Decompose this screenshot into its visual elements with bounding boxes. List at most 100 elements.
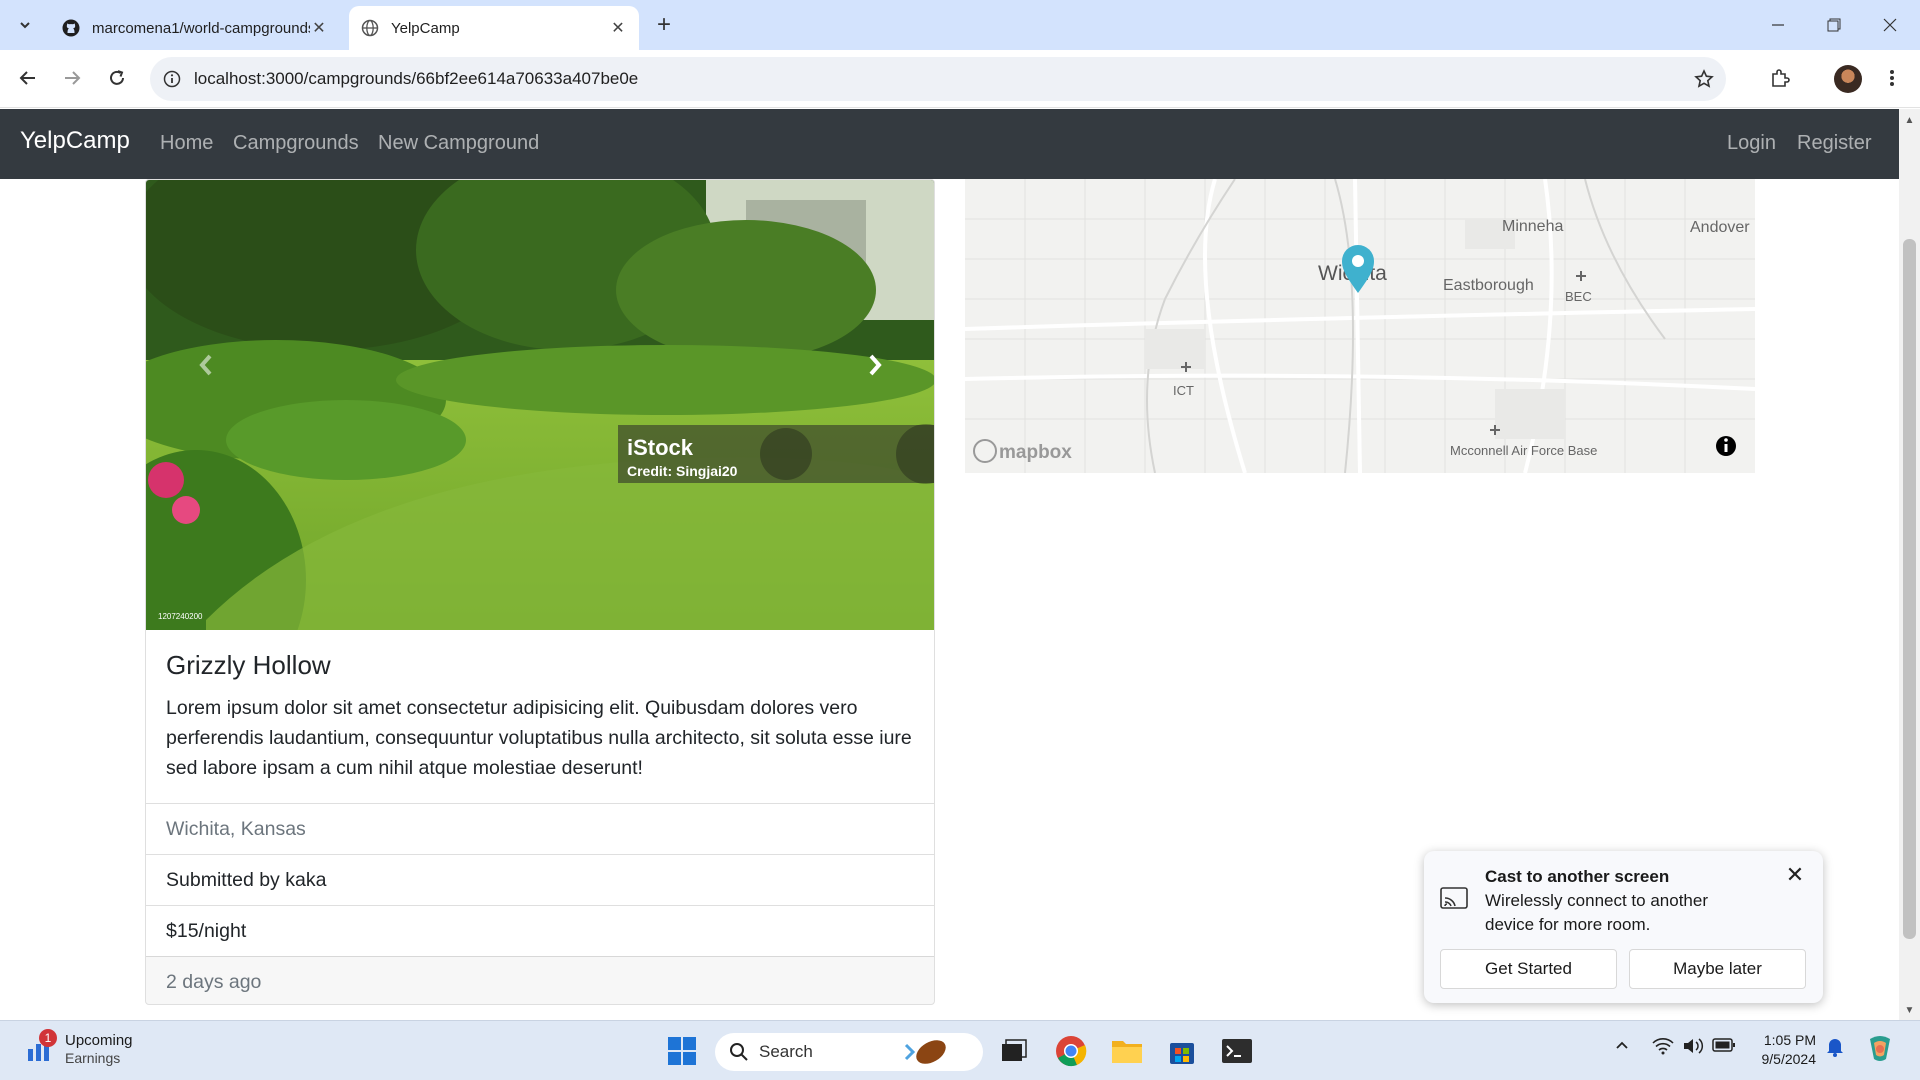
tab-yelpcamp[interactable]: YelpCamp ✕ xyxy=(349,6,639,50)
close-icon[interactable]: ✕ xyxy=(310,19,328,37)
map-canvas[interactable]: Minneha Andover Wichita Eastborough BEC … xyxy=(965,179,1755,473)
github-icon xyxy=(62,19,80,37)
chrome-icon xyxy=(1056,1036,1087,1067)
notifications-bell-icon[interactable] xyxy=(1826,1037,1844,1061)
globe-icon xyxy=(361,19,379,37)
cast-description: Wirelessly connect to another device for… xyxy=(1485,891,1708,934)
football-icon xyxy=(904,1040,946,1064)
extensions-button[interactable] xyxy=(1764,62,1796,94)
campground-posted: 2 days ago xyxy=(146,956,934,1004)
close-icon[interactable]: ✕ xyxy=(609,19,627,37)
campground-price: $15/night xyxy=(146,905,934,956)
campground-description: Lorem ipsum dolor sit amet consectetur a… xyxy=(166,697,912,779)
clock-date: 9/5/2024 xyxy=(1761,1051,1817,1067)
show-hidden-icons[interactable] xyxy=(1614,1037,1630,1057)
card-body: Grizzly Hollow Lorem ipsum dolor sit ame… xyxy=(146,630,934,803)
tab-strip: marcomena1/world-campgrounds ✕ YelpCamp … xyxy=(0,0,1920,50)
cast-title: Cast to another screen xyxy=(1485,867,1670,886)
map-label-mcconnell: Mcconnell Air Force Base xyxy=(1450,443,1597,458)
site-info-icon[interactable] xyxy=(150,70,194,88)
tab-title: marcomena1/world-campgrounds xyxy=(92,19,310,37)
file-explorer-button[interactable] xyxy=(1109,1033,1145,1069)
browser-toolbar: localhost:3000/campgrounds/66bf2ee614a70… xyxy=(0,50,1920,108)
back-arrow-icon xyxy=(19,71,35,85)
volume-icon[interactable] xyxy=(1682,1037,1704,1059)
minimize-button[interactable] xyxy=(1750,0,1806,50)
mapbox-logo[interactable]: mapbox xyxy=(973,439,1072,463)
nav-register[interactable]: Register xyxy=(1797,132,1871,155)
taskbar-search[interactable]: Search xyxy=(715,1033,983,1071)
scrollbar-thumb[interactable] xyxy=(1903,239,1916,939)
close-icon[interactable]: ✕ xyxy=(1783,863,1807,887)
restore-button[interactable] xyxy=(1806,0,1862,50)
more-vert-icon xyxy=(1890,70,1894,86)
info-icon[interactable] xyxy=(1716,436,1736,456)
watermark-brand: iStock xyxy=(627,435,694,460)
chevron-up-icon xyxy=(1616,1041,1628,1049)
campground-card: iStock Credit: Singjai20 1207240200 Griz… xyxy=(145,179,935,1005)
map-label-ict: ICT xyxy=(1173,383,1194,398)
widget-subtitle: Earnings xyxy=(65,1050,121,1066)
nav-login[interactable]: Login xyxy=(1727,132,1776,155)
profile-avatar[interactable] xyxy=(1834,65,1862,93)
clock-time: 1:05 PM xyxy=(1763,1032,1816,1048)
restore-icon xyxy=(1827,18,1841,32)
tab-search-button[interactable] xyxy=(11,11,39,39)
image-carousel: iStock Credit: Singjai20 1207240200 xyxy=(146,180,934,630)
campground-location: Wichita, Kansas xyxy=(146,803,934,854)
map-label-eastborough: Eastborough xyxy=(1443,277,1534,294)
site-navbar: YelpCamp Home Campgrounds New Campground… xyxy=(0,109,1899,179)
menu-button[interactable] xyxy=(1876,62,1908,94)
brand-link[interactable]: YelpCamp xyxy=(20,127,130,155)
store-icon xyxy=(1170,1043,1194,1064)
map-marker-icon[interactable] xyxy=(1342,245,1374,293)
bookmark-star-icon[interactable] xyxy=(1682,69,1726,89)
forward-button[interactable] xyxy=(56,62,88,94)
get-started-button[interactable]: Get Started xyxy=(1440,949,1617,989)
copilot-icon[interactable] xyxy=(1864,1033,1896,1069)
terminal-button[interactable] xyxy=(1219,1033,1255,1069)
nav-home[interactable]: Home xyxy=(160,132,213,155)
store-button[interactable] xyxy=(1164,1033,1200,1069)
address-bar[interactable]: localhost:3000/campgrounds/66bf2ee614a70… xyxy=(150,57,1726,101)
campground-author: Submitted by kaka xyxy=(146,854,934,905)
close-icon xyxy=(1883,18,1897,32)
widget-title: Upcoming xyxy=(65,1032,133,1049)
campground-photo: iStock Credit: Singjai20 1207240200 xyxy=(146,180,934,630)
reload-icon xyxy=(110,70,124,85)
task-view-icon xyxy=(1002,1039,1027,1061)
scroll-up-icon[interactable]: ▲ xyxy=(1904,115,1915,126)
puzzle-icon xyxy=(1772,69,1790,87)
stocks-icon: 1 xyxy=(25,1028,57,1063)
mapbox-attribution: mapbox xyxy=(999,442,1072,463)
watermark-id: 1207240200 xyxy=(158,612,203,621)
system-clock[interactable]: 1:05 PM 9/5/2024 xyxy=(1754,1031,1817,1069)
scroll-down-icon[interactable]: ▼ xyxy=(1904,1005,1915,1016)
search-label: Search xyxy=(759,1042,813,1061)
maybe-later-button[interactable]: Maybe later xyxy=(1629,949,1806,989)
notification-badge: 1 xyxy=(39,1028,57,1047)
folder-icon xyxy=(1112,1041,1142,1063)
campground-map[interactable]: Minneha Andover Wichita Eastborough BEC … xyxy=(965,179,1755,473)
start-button[interactable] xyxy=(664,1033,700,1069)
task-view-button[interactable] xyxy=(996,1033,1032,1069)
close-window-button[interactable] xyxy=(1862,0,1918,50)
back-button[interactable] xyxy=(12,62,44,94)
windows-logo-icon xyxy=(668,1037,696,1065)
chrome-taskbar-button[interactable] xyxy=(1053,1033,1089,1069)
map-label-minneha: Minneha xyxy=(1502,218,1563,235)
terminal-icon xyxy=(1222,1039,1252,1063)
cast-popup: Cast to another screen Wirelessly connec… xyxy=(1424,851,1823,1003)
reload-button[interactable] xyxy=(101,62,133,94)
widgets-button[interactable]: 1 Upcoming Earnings xyxy=(25,1028,133,1066)
nav-campgrounds[interactable]: Campgrounds xyxy=(233,132,359,155)
wifi-icon[interactable] xyxy=(1652,1037,1674,1059)
minimize-icon xyxy=(1772,24,1784,26)
battery-icon[interactable] xyxy=(1712,1037,1736,1057)
tab-github[interactable]: marcomena1/world-campgrounds ✕ xyxy=(50,6,340,50)
page-scrollbar[interactable]: ▲ ▼ xyxy=(1899,109,1920,1020)
nav-new-campground[interactable]: New Campground xyxy=(378,132,539,155)
new-tab-button[interactable]: + xyxy=(652,13,676,37)
windows-taskbar: 1 Upcoming Earnings Search 1:05 PM 9/5/2… xyxy=(0,1020,1920,1080)
tab-title: YelpCamp xyxy=(391,19,460,37)
